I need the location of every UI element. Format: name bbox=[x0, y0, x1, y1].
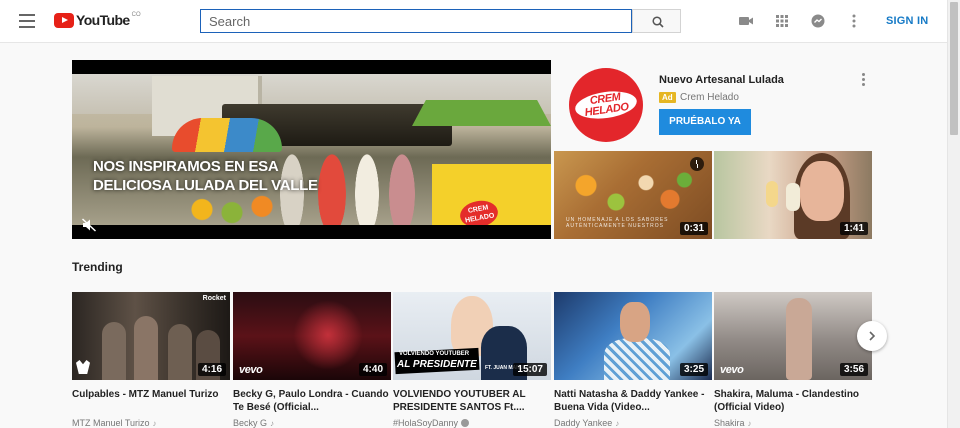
video-thumbnail[interactable]: 3:25 bbox=[554, 292, 712, 380]
upload-video-icon[interactable] bbox=[738, 13, 754, 29]
video-duration: 3:25 bbox=[679, 363, 708, 376]
search-icon bbox=[652, 16, 664, 28]
ad-video-thumbnail[interactable]: UN HOMENAJE A LOS SABORES AUTÉNTICAMENTE… bbox=[554, 151, 712, 239]
scrollbar-thumb[interactable] bbox=[950, 2, 958, 135]
youtube-logo[interactable]: YouTube CO bbox=[54, 12, 141, 30]
video-duration: 15:07 bbox=[513, 363, 547, 376]
messages-icon[interactable] bbox=[810, 13, 826, 29]
video-channel: MTZ Manuel Turizo ♪ bbox=[72, 418, 157, 428]
video-card: Rocket 4:16 Culpables - MTZ Manuel Turiz… bbox=[72, 292, 230, 428]
shelf-next-button[interactable] bbox=[857, 321, 887, 351]
masthead-ad-video[interactable]: CREM HELADO NOS INSPIRAMOS EN ESA DELICI… bbox=[72, 60, 551, 239]
video-card: VOLVIENDO YOUTUBER AL PRESIDENTE FT. JUA… bbox=[393, 292, 551, 428]
ad-title[interactable]: Nuevo Artesanal Lulada bbox=[659, 74, 784, 86]
video-duration: 1:41 bbox=[839, 222, 868, 235]
hero-video-frame: CREM HELADO bbox=[72, 74, 551, 225]
search-input[interactable] bbox=[200, 9, 632, 33]
video-title[interactable]: Shakira, Maluma - Clandestino (Official … bbox=[714, 388, 872, 414]
advertiser-logo[interactable]: CREM HELADO bbox=[569, 68, 643, 142]
ad-cta-button[interactable]: PRUÉBALO YA bbox=[659, 109, 751, 135]
hamburger-menu-icon[interactable] bbox=[19, 14, 35, 28]
logo-text: YouTube bbox=[76, 12, 130, 28]
video-thumbnail[interactable]: VOLVIENDO YOUTUBER AL PRESIDENTE FT. JUA… bbox=[393, 292, 551, 380]
apps-grid-icon[interactable] bbox=[774, 13, 790, 29]
video-channel: Shakira ♪ bbox=[714, 418, 752, 428]
video-duration: 0:31 bbox=[679, 222, 708, 235]
verified-badge-icon bbox=[461, 419, 470, 427]
youtube-play-icon bbox=[54, 13, 74, 28]
music-note-icon: ♪ bbox=[270, 419, 275, 428]
video-card: 3:25 Natti Natasha & Daddy Yankee - Buen… bbox=[554, 292, 712, 428]
music-note-icon: ♪ bbox=[747, 419, 752, 428]
trending-section-title[interactable]: Trending bbox=[72, 260, 123, 274]
video-title[interactable]: Natti Natasha & Daddy Yankee - Buena Vid… bbox=[554, 388, 712, 414]
ad-badge: Ad bbox=[659, 92, 676, 103]
watch-later-icon[interactable] bbox=[690, 157, 704, 171]
more-options-icon[interactable] bbox=[846, 13, 862, 29]
video-title[interactable]: Becky G, Paulo Londra - Cuando Te Besé (… bbox=[233, 388, 391, 414]
video-title[interactable]: VOLVIENDO YOUTUBER AL PRESIDENTE SANTOS … bbox=[393, 388, 551, 414]
video-thumbnail[interactable]: vevo 4:40 bbox=[233, 292, 391, 380]
video-title[interactable]: Culpables - MTZ Manuel Turizo bbox=[72, 388, 230, 414]
thumbnail-banner-main: AL PRESIDENTE bbox=[397, 359, 477, 370]
music-note-icon: ♪ bbox=[152, 419, 157, 428]
hero-caption: NOS INSPIRAMOS EN ESA DELICIOSA LULADA D… bbox=[93, 158, 318, 194]
vevo-logo: vevo bbox=[720, 364, 744, 376]
video-duration: 4:40 bbox=[358, 363, 387, 376]
vevo-logo: vevo bbox=[239, 364, 263, 376]
mute-icon[interactable] bbox=[81, 217, 97, 233]
video-card: vevo 4:40 Becky G, Paulo Londra - Cuando… bbox=[233, 292, 391, 428]
ad-menu-icon[interactable] bbox=[860, 73, 866, 87]
ad-channel-name[interactable]: Crem Helado bbox=[680, 92, 739, 103]
video-duration: 4:16 bbox=[197, 363, 226, 376]
sign-in-button[interactable]: SIGN IN bbox=[886, 15, 928, 27]
video-thumbnail[interactable]: vevo 3:56 bbox=[714, 292, 872, 380]
region-code: CO bbox=[131, 12, 141, 18]
masthead: YouTube CO SIGN IN bbox=[0, 0, 947, 43]
video-duration: 3:56 bbox=[839, 363, 868, 376]
video-channel: Daddy Yankee ♪ bbox=[554, 418, 620, 428]
rocket-label: Rocket bbox=[202, 295, 226, 302]
search-button[interactable] bbox=[632, 9, 681, 33]
video-channel: #HolaSoyDanny bbox=[393, 418, 551, 428]
page-scrollbar[interactable] bbox=[947, 0, 960, 428]
thumbnail-banner-top: VOLVIENDO YOUTUBER bbox=[399, 351, 470, 357]
music-note-icon: ♪ bbox=[615, 419, 620, 428]
ad-video-thumbnail[interactable]: 1:41 bbox=[714, 151, 872, 239]
channel-watermark-icon bbox=[76, 360, 90, 374]
video-card: vevo 3:56 Shakira, Maluma - Clandestino … bbox=[714, 292, 872, 428]
chevron-right-icon bbox=[869, 331, 876, 341]
video-thumbnail[interactable]: Rocket 4:16 bbox=[72, 292, 230, 380]
video-channel: Becky G ♪ bbox=[233, 418, 275, 428]
